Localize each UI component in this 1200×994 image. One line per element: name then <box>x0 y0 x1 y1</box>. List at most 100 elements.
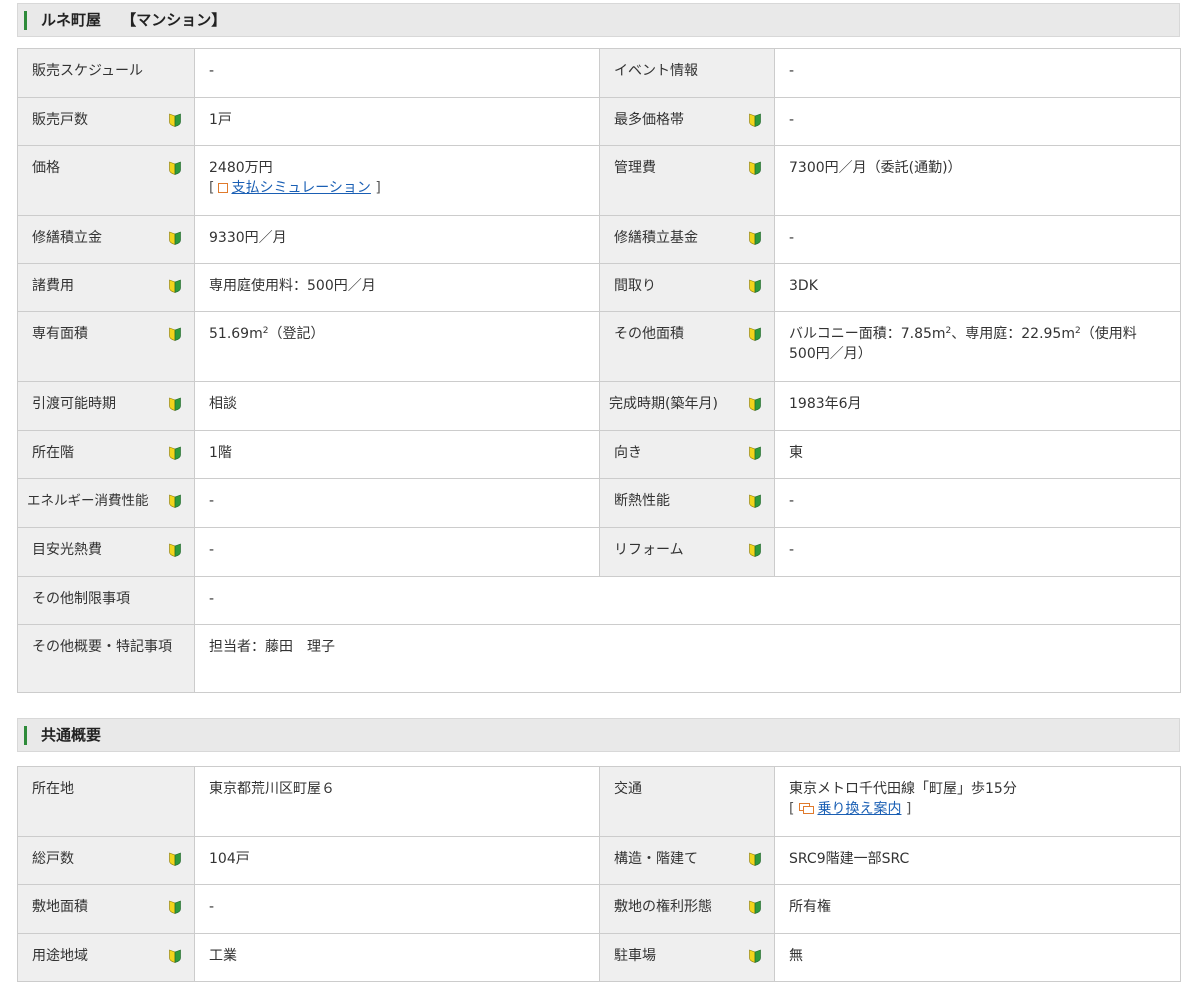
wakaba-icon[interactable] <box>168 161 182 175</box>
spec-label: 修繕積立基金 <box>599 215 775 264</box>
common-spec-table: 所在地 東京都荒川区町屋６ 交通 東京メトロ千代田線「町屋」歩15分 [乗り換え… <box>17 766 1181 982</box>
section-accent-bar <box>24 11 27 30</box>
table-row: 所在地 東京都荒川区町屋６ 交通 東京メトロ千代田線「町屋」歩15分 [乗り換え… <box>17 766 1181 837</box>
table-row: 販売スケジュール - イベント情報 - <box>17 48 1181 98</box>
spec-label: 敷地面積 <box>17 884 195 934</box>
section-header-property: ルネ町屋 【マンション】 <box>17 3 1180 37</box>
wakaba-icon[interactable] <box>168 900 182 914</box>
spec-value: - <box>194 48 600 98</box>
table-row: 修繕積立金 9330円／月 修繕積立基金 - <box>17 215 1181 264</box>
spec-label: 交通 <box>599 766 775 837</box>
table-row: 引渡可能時期 相談 完成時期(築年月) 1983年6月 <box>17 381 1181 431</box>
spec-value: 東京都荒川区町屋６ <box>194 766 600 837</box>
wakaba-icon[interactable] <box>748 852 762 866</box>
wakaba-icon[interactable] <box>748 161 762 175</box>
spec-label: 販売スケジュール <box>17 48 195 98</box>
wakaba-icon[interactable] <box>168 494 182 508</box>
spec-label: 向き <box>599 430 775 479</box>
spec-label: 所在地 <box>17 766 195 837</box>
spec-value: 1戸 <box>194 97 600 146</box>
wakaba-icon[interactable] <box>748 949 762 963</box>
spec-label: 間取り <box>599 263 775 312</box>
spec-value: - <box>774 478 1181 528</box>
table-row: 販売戸数 1戸 最多価格帯 - <box>17 97 1181 146</box>
spec-value: SRC9階建一部SRC <box>774 836 1181 885</box>
spec-label: その他面積 <box>599 311 775 382</box>
spec-label: 引渡可能時期 <box>17 381 195 431</box>
spec-value: 所有権 <box>774 884 1181 934</box>
table-row: エネルギー消費性能 - 断熱性能 - <box>17 478 1181 528</box>
spec-label: 敷地の権利形態 <box>599 884 775 934</box>
spec-value: - <box>774 97 1181 146</box>
wakaba-icon[interactable] <box>168 231 182 245</box>
spec-value: - <box>194 576 1181 625</box>
spec-label: 販売戸数 <box>17 97 195 146</box>
section-header-common: 共通概要 <box>17 718 1180 752</box>
spec-label: 駐車場 <box>599 933 775 982</box>
wakaba-icon[interactable] <box>168 852 182 866</box>
spec-label: その他制限事項 <box>17 576 195 625</box>
spec-value: 2480万円 [支払シミュレーション ] <box>194 145 600 216</box>
spec-label: 目安光熱費 <box>17 527 195 577</box>
table-row: 諸費用 専用庭使用料：500円／月 間取り 3DK <box>17 263 1181 312</box>
spec-label: 管理費 <box>599 145 775 216</box>
spec-value: バルコニー面積：7.85m2、専用庭：22.95m2（使用料500円／月） <box>774 311 1181 382</box>
table-row: 価格 2480万円 [支払シミュレーション ] 管理費 7300円／月（委託(通… <box>17 145 1181 216</box>
price-value: 2480万円 <box>209 160 273 176</box>
payment-simulation-link[interactable]: 支払シミュレーション <box>231 180 370 196</box>
train-icon <box>799 801 815 814</box>
wakaba-icon[interactable] <box>748 397 762 411</box>
table-row: 所在階 1階 向き 東 <box>17 430 1181 479</box>
spec-value: 1階 <box>194 430 600 479</box>
section-accent-bar <box>24 726 27 745</box>
spec-value: 3DK <box>774 263 1181 312</box>
wakaba-icon[interactable] <box>168 279 182 293</box>
spec-label: 断熱性能 <box>599 478 775 528</box>
wakaba-icon[interactable] <box>168 397 182 411</box>
table-row: 専有面積 51.69m2（登記） その他面積 バルコニー面積：7.85m2、専用… <box>17 311 1181 382</box>
wakaba-icon[interactable] <box>168 113 182 127</box>
wakaba-icon[interactable] <box>168 446 182 460</box>
spec-value: - <box>194 478 600 528</box>
table-row: 総戸数 104戸 構造・階建て SRC9階建一部SRC <box>17 836 1181 885</box>
transfer-guide-link[interactable]: 乗り換え案内 <box>817 801 901 817</box>
spec-label: 所在階 <box>17 430 195 479</box>
property-spec-table: 販売スケジュール - イベント情報 - 販売戸数 1戸 最多価格帯 - 価格 2… <box>17 48 1181 693</box>
spec-label: 修繕積立金 <box>17 215 195 264</box>
spec-value: 専用庭使用料：500円／月 <box>194 263 600 312</box>
spec-label: リフォーム <box>599 527 775 577</box>
spec-label: エネルギー消費性能 <box>17 478 195 528</box>
spec-value: - <box>774 215 1181 264</box>
spec-value: 無 <box>774 933 1181 982</box>
wakaba-icon[interactable] <box>748 279 762 293</box>
wakaba-icon[interactable] <box>748 494 762 508</box>
spec-value: - <box>774 48 1181 98</box>
spec-value: 東京メトロ千代田線「町屋」歩15分 [乗り換え案内 ] <box>774 766 1181 837</box>
wakaba-icon[interactable] <box>168 949 182 963</box>
wakaba-icon[interactable] <box>168 543 182 557</box>
wakaba-icon[interactable] <box>748 543 762 557</box>
spec-value: 東 <box>774 430 1181 479</box>
wakaba-icon[interactable] <box>748 327 762 341</box>
wakaba-icon[interactable] <box>748 113 762 127</box>
wakaba-icon[interactable] <box>748 231 762 245</box>
spec-value: 104戸 <box>194 836 600 885</box>
wakaba-icon[interactable] <box>748 900 762 914</box>
wakaba-icon[interactable] <box>168 327 182 341</box>
table-row: その他制限事項 - <box>17 576 1181 625</box>
spec-value: 9330円／月 <box>194 215 600 264</box>
spec-value: 7300円／月（委託(通勤)） <box>774 145 1181 216</box>
spec-label: その他概要・特記事項 <box>17 624 195 693</box>
spec-label: 総戸数 <box>17 836 195 885</box>
spec-value: - <box>774 527 1181 577</box>
wakaba-icon[interactable] <box>748 446 762 460</box>
spec-label: イベント情報 <box>599 48 775 98</box>
section-title: ルネ町屋 【マンション】 <box>41 11 227 29</box>
table-row: 用途地域 工業 駐車場 無 <box>17 933 1181 982</box>
table-row: 敷地面積 - 敷地の権利形態 所有権 <box>17 884 1181 934</box>
spec-value: 工業 <box>194 933 600 982</box>
spec-label: 最多価格帯 <box>599 97 775 146</box>
spec-value: 相談 <box>194 381 600 431</box>
spec-value: 51.69m2（登記） <box>194 311 600 382</box>
spec-value: - <box>194 527 600 577</box>
